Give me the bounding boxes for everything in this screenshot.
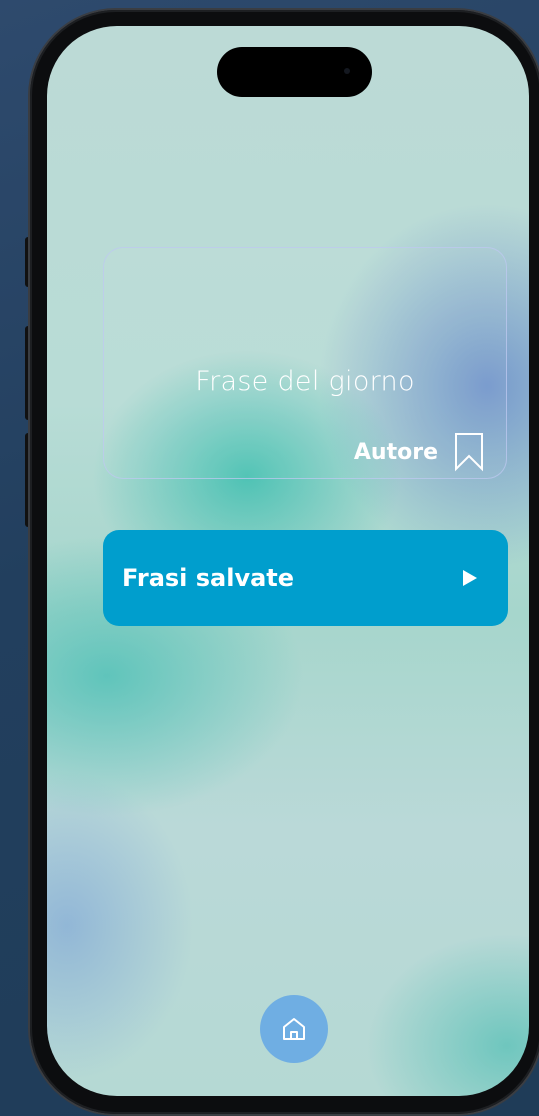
saved-phrases-button[interactable]: Frasi salvate <box>103 530 508 626</box>
author-row: Autore <box>354 432 484 472</box>
play-arrow-icon <box>463 570 477 586</box>
home-button[interactable] <box>260 995 328 1063</box>
camera-lens <box>344 68 350 74</box>
quote-card: Frase del giorno Autore <box>103 247 507 479</box>
app-screen: Frase del giorno Autore Frasi salvate <box>47 26 529 1096</box>
quote-phrase: Frase del giorno <box>195 366 415 397</box>
dynamic-island <box>217 47 372 97</box>
saved-phrases-label: Frasi salvate <box>122 564 295 592</box>
home-icon <box>283 1018 305 1040</box>
quote-author: Autore <box>353 439 438 465</box>
bookmark-icon[interactable] <box>454 432 484 472</box>
